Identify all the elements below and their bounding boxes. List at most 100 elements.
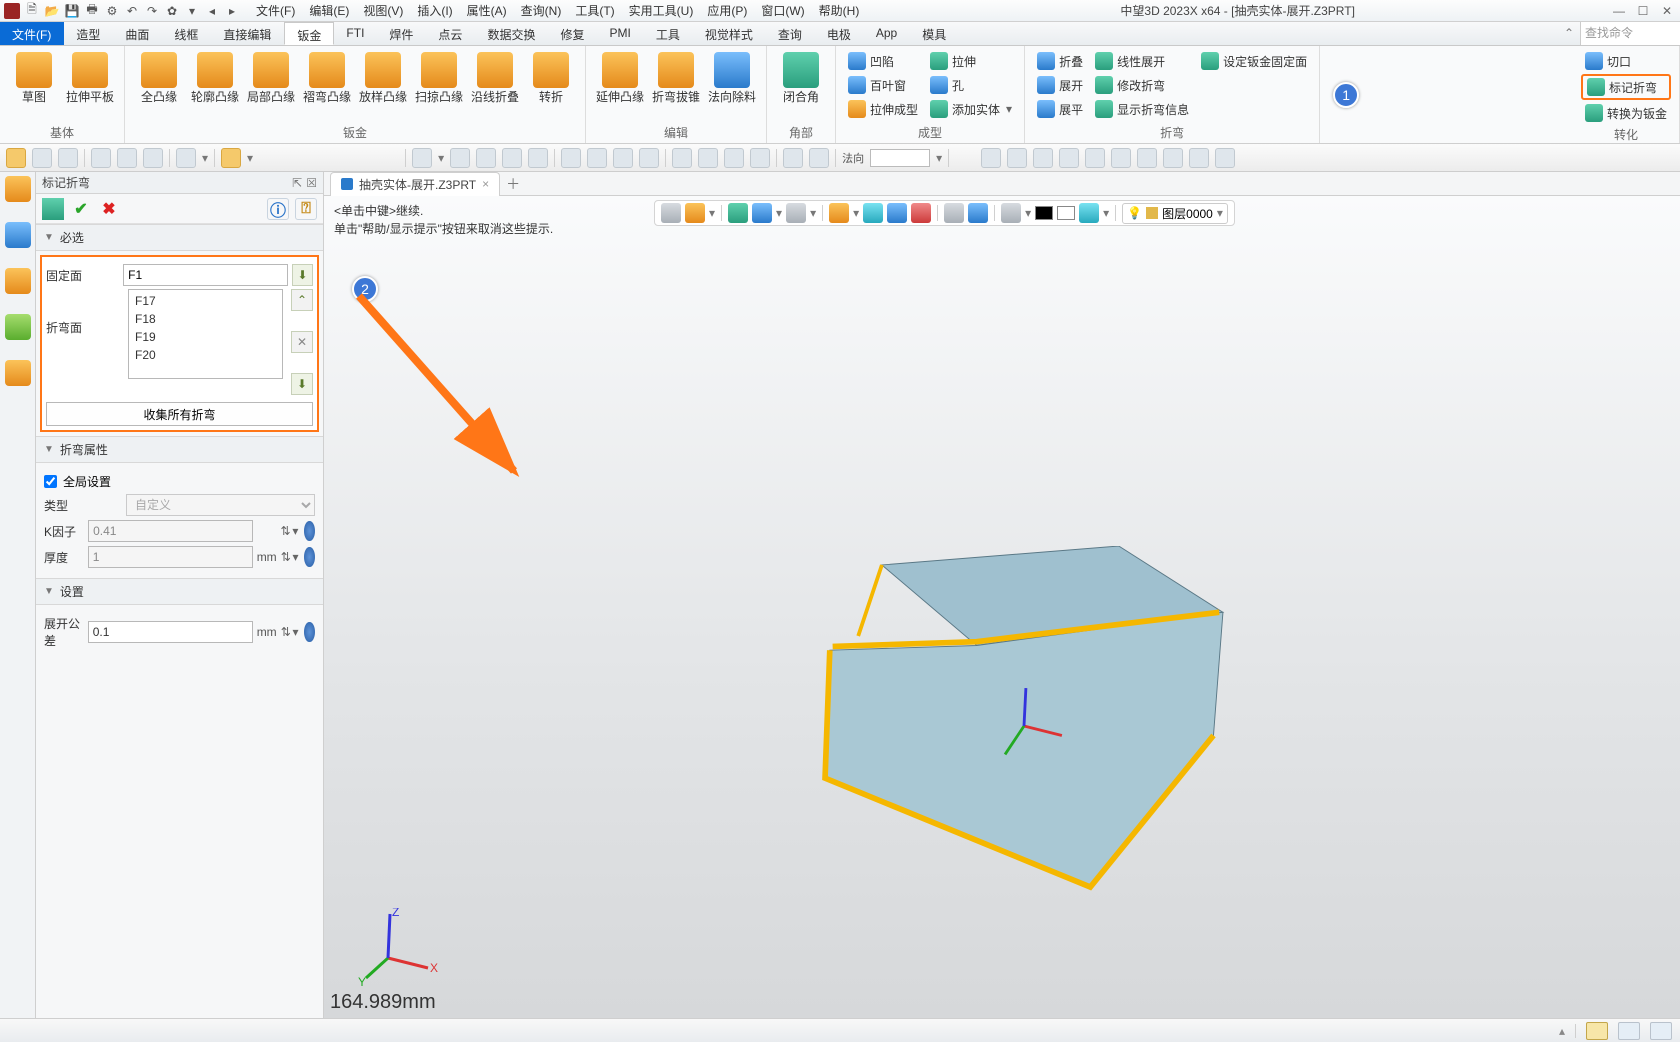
vt-frame-icon[interactable] — [944, 203, 964, 223]
vt-back-icon[interactable] — [661, 203, 681, 223]
list-up-icon[interactable]: ⌃ — [291, 289, 313, 311]
section-properties[interactable]: 折弯属性 — [36, 436, 323, 463]
add-tab-icon[interactable]: ＋ — [506, 174, 520, 194]
btn-fold[interactable]: 折叠 — [1033, 50, 1087, 72]
tab-wire[interactable]: 线框 — [162, 22, 211, 45]
btn-extrude[interactable]: 拉伸 — [926, 50, 1016, 72]
tab-pointcloud[interactable]: 点云 — [426, 22, 475, 45]
tb-ic-7[interactable] — [587, 148, 607, 168]
btn-fold-flange[interactable]: 褶弯凸缘 — [301, 50, 353, 106]
qat-gear-icon[interactable]: ✿ — [164, 3, 180, 19]
sel-mode-icon[interactable] — [6, 148, 26, 168]
btn-bend-draft[interactable]: 折弯拔锥 — [650, 50, 702, 106]
tb-ic-11[interactable] — [698, 148, 718, 168]
btn-hole[interactable]: 孔 — [926, 74, 1016, 96]
qat-redo-icon[interactable]: ↷ — [144, 3, 160, 19]
btn-local-flange[interactable]: 局部凸缘 — [245, 50, 297, 106]
btn-modify-bend[interactable]: 修改折弯 — [1091, 74, 1193, 96]
vt-screen-icon[interactable] — [1001, 203, 1021, 223]
btn-extrude-form[interactable]: 拉伸成型 — [844, 98, 922, 120]
tb-ic-12[interactable] — [724, 148, 744, 168]
draw-mid-icon[interactable] — [1111, 148, 1131, 168]
menu-app[interactable]: 应用(P) — [701, 0, 753, 21]
help-button[interactable]: ⍰ — [295, 198, 317, 220]
tree-icon[interactable] — [5, 176, 31, 202]
doc-tab[interactable]: 抽壳实体-展开.Z3PRT × — [330, 172, 500, 196]
btn-full-flange[interactable]: 全凸缘 — [133, 50, 185, 106]
info-button[interactable]: ⓘ — [267, 198, 289, 220]
tb-ic-14[interactable] — [783, 148, 803, 168]
bend-face-list[interactable]: F17 F18 F19 F20 — [128, 289, 283, 379]
btn-set-fixed-face[interactable]: 设定钣金固定面 — [1197, 50, 1311, 72]
thick-gear-icon[interactable] — [304, 547, 315, 567]
sel-filter-icon[interactable] — [91, 148, 111, 168]
k-gear-icon[interactable] — [304, 521, 315, 541]
qat-open-icon[interactable]: 📂 — [44, 3, 60, 19]
tab-visual[interactable]: 视觉样式 — [693, 22, 766, 45]
tab-mold[interactable]: 模具 — [910, 22, 959, 45]
draw-pt-icon[interactable] — [1189, 148, 1209, 168]
status-view3-icon[interactable] — [1650, 1022, 1672, 1040]
tab-pmi[interactable]: PMI — [597, 22, 643, 45]
draw-perp-icon[interactable] — [1085, 148, 1105, 168]
tb-ic-1[interactable] — [412, 148, 432, 168]
qat-save-icon[interactable]: 💾 — [64, 3, 80, 19]
btn-cut[interactable]: 切口 — [1581, 50, 1671, 72]
tb-ic-2[interactable] — [450, 148, 470, 168]
status-view1-icon[interactable] — [1586, 1022, 1608, 1040]
btn-mark-bend[interactable]: 标记折弯 — [1581, 74, 1671, 100]
close-button[interactable]: ✕ — [1658, 4, 1676, 18]
qat-print-icon[interactable]: 🖶 — [84, 3, 100, 19]
tb поддерж-ic-9[interactable] — [639, 148, 659, 168]
collect-all-bends-button[interactable]: 收集所有折弯 — [46, 402, 313, 426]
part-icon[interactable] — [5, 268, 31, 294]
tab-query[interactable]: 查询 — [766, 22, 815, 45]
model-3d[interactable] — [804, 546, 1244, 906]
list-item[interactable]: F17 — [131, 292, 280, 310]
menu-view[interactable]: 视图(V) — [357, 0, 409, 21]
vt-layer-icon[interactable] — [1079, 203, 1099, 223]
vt-color-swatch[interactable] — [1035, 206, 1053, 220]
tab-app[interactable]: App — [864, 22, 910, 45]
menu-tools[interactable]: 工具(T) — [569, 0, 620, 21]
sel-box-icon[interactable] — [143, 148, 163, 168]
vt-box-icon[interactable] — [752, 203, 772, 223]
vt-color-swatch2[interactable] — [1057, 206, 1075, 220]
tab-file[interactable]: 文件(F) — [0, 22, 64, 45]
doc-tab-close-icon[interactable]: × — [482, 177, 489, 191]
btn-linear-unfold[interactable]: 线性展开 — [1091, 50, 1193, 72]
tol-gear-icon[interactable] — [304, 622, 315, 642]
vt-cube-icon[interactable] — [728, 203, 748, 223]
btn-profile-flange[interactable]: 轮廓凸缘 — [189, 50, 241, 106]
list-item[interactable]: F19 — [131, 328, 280, 346]
ribbon-collapse-icon[interactable]: ⌃ — [1558, 22, 1580, 45]
fixed-face-input[interactable] — [123, 264, 288, 286]
viewport[interactable]: <单击中键>继续. 单击"帮助/显示提示"按钮来取消这些提示. ▾ ▾ ▾ ▾ — [324, 196, 1680, 1018]
list-pick-icon[interactable]: ⬇ — [291, 373, 313, 395]
btn-dimple[interactable]: 凹陷 — [844, 50, 922, 72]
pick-fixed-face-icon[interactable]: ⬇ — [292, 264, 313, 286]
sel-face-icon[interactable] — [221, 148, 241, 168]
sel-sub-icon[interactable] — [58, 148, 78, 168]
draw-rect-icon[interactable] — [1163, 148, 1183, 168]
btn-extend-flange[interactable]: 延伸凸缘 — [594, 50, 646, 106]
minimize-button[interactable]: — — [1610, 4, 1628, 18]
btn-flatten[interactable]: 展平 — [1033, 98, 1087, 120]
global-setting-checkbox[interactable] — [44, 475, 57, 488]
layer-selector[interactable]: 💡 图层0000 ▾ — [1122, 203, 1228, 224]
menu-query[interactable]: 查询(N) — [515, 0, 568, 21]
btn-louver[interactable]: 百叶窗 — [844, 74, 922, 96]
status-expand-icon[interactable]: ▴ — [1559, 1024, 1565, 1038]
section-required[interactable]: 必选 — [36, 224, 323, 251]
menu-util[interactable]: 实用工具(U) — [623, 0, 700, 21]
menu-file[interactable]: 文件(F) — [250, 0, 301, 21]
btn-loft-flange[interactable]: 放样凸缘 — [357, 50, 409, 106]
tab-surface[interactable]: 曲面 — [113, 22, 162, 45]
tab-electrode[interactable]: 电极 — [815, 22, 864, 45]
btn-add-body[interactable]: 添加实体▾ — [926, 98, 1016, 120]
tab-sheetmetal[interactable]: 钣金 — [284, 22, 334, 45]
draw-circ-icon[interactable] — [1137, 148, 1157, 168]
tab-fti[interactable]: FTI — [334, 22, 377, 45]
qat-next-icon[interactable]: ▸ — [224, 3, 240, 19]
sel-add-icon[interactable] — [32, 148, 52, 168]
